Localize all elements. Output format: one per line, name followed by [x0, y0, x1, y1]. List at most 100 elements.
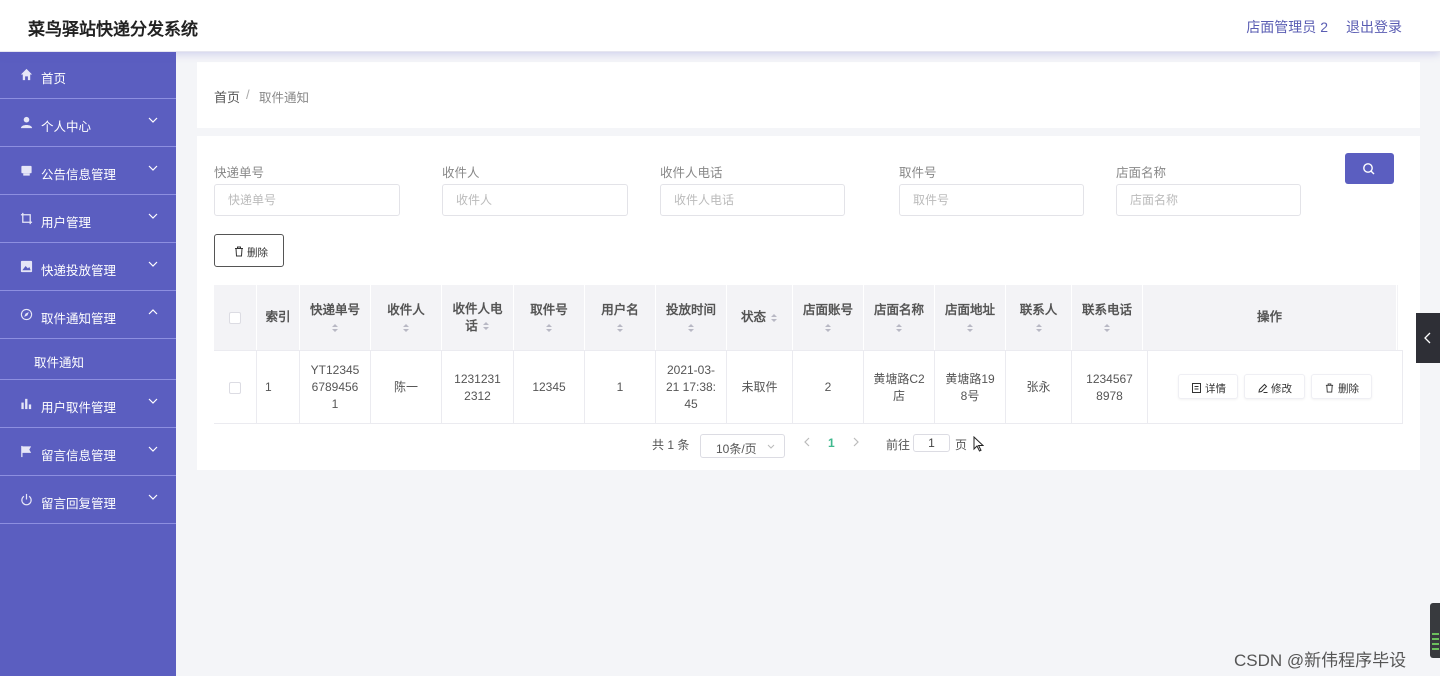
- col-pickup-no-label: 取件号: [530, 302, 568, 317]
- page-number-current[interactable]: 1: [828, 436, 835, 450]
- sort-icon[interactable]: [545, 322, 553, 334]
- sort-icon[interactable]: [966, 322, 974, 334]
- select-all-checkbox[interactable]: [229, 311, 241, 324]
- tracking-no-label: 快递单号: [214, 166, 265, 180]
- col-recipient-phone[interactable]: 收件人电话: [442, 285, 514, 350]
- cell-recipient-phone: 1231231 2312: [442, 351, 514, 424]
- cell-text: 45: [684, 397, 698, 411]
- recipient-phone-input[interactable]: [660, 184, 845, 216]
- recipient-input[interactable]: [442, 184, 628, 216]
- sidebar-item-label: 留言信息管理: [41, 449, 117, 463]
- sidebar-item-message-management[interactable]: 留言信息管理: [0, 428, 176, 476]
- side-panel-toggle[interactable]: [1416, 313, 1440, 363]
- sidebar-item-user-pickup-management[interactable]: 用户取件管理: [0, 380, 176, 428]
- edit-button[interactable]: 修改: [1244, 374, 1305, 399]
- next-page-button[interactable]: [852, 437, 860, 447]
- flag-icon: [21, 445, 32, 458]
- sort-icon[interactable]: [331, 322, 339, 334]
- page-size-value: 10条/页: [716, 442, 757, 456]
- col-drop-time[interactable]: 投放时间: [656, 285, 727, 350]
- col-contact-phone[interactable]: 联系电话: [1072, 285, 1143, 350]
- sidebar-item-notice-management[interactable]: 公告信息管理: [0, 147, 176, 195]
- chevron-down-icon: [767, 444, 775, 449]
- cell-text: 21 17:38:: [665, 380, 717, 394]
- recipient-label: 收件人: [442, 166, 480, 180]
- sidebar-item-personal-center[interactable]: 个人中心: [0, 99, 176, 147]
- sidebar-item-delivery-management[interactable]: 快递投放管理: [0, 243, 176, 291]
- sort-icon[interactable]: [770, 312, 778, 324]
- sidebar-item-user-management[interactable]: 用户管理: [0, 195, 176, 243]
- cell-text: 12345: [532, 380, 566, 394]
- sort-icon[interactable]: [482, 320, 490, 332]
- sidebar-subitem-pickup-notice[interactable]: 取件通知: [0, 339, 176, 380]
- sort-icon[interactable]: [895, 322, 903, 334]
- sidebar-subitem-label: 取件通知: [34, 356, 85, 370]
- compass-icon: [20, 308, 33, 321]
- sidebar-item-label: 用户取件管理: [41, 401, 117, 415]
- col-index: 索引: [257, 285, 300, 350]
- row-checkbox[interactable]: [229, 381, 241, 394]
- col-username[interactable]: 用户名: [585, 285, 656, 350]
- sidebar-item-pickup-notice-management[interactable]: 取件通知管理: [0, 291, 176, 339]
- col-recipient[interactable]: 收件人: [371, 285, 442, 350]
- col-contact-label: 联系人: [1019, 302, 1058, 317]
- sort-icon[interactable]: [1035, 322, 1043, 334]
- document-icon: [1192, 383, 1201, 393]
- col-recipient-phone-label: 收件人电: [452, 301, 503, 316]
- cell-store-name: 黄塘路C2 店: [864, 351, 935, 424]
- col-store-address[interactable]: 店面地址: [935, 285, 1006, 350]
- sidebar-item-label: 留言回复管理: [41, 497, 117, 511]
- pickup-notice-table: 索引 快递单号 收件人 收件人电话 取件号 用户名 投放时间 状态 店面账号 店…: [214, 285, 1403, 424]
- sidebar-item-label: 快递投放管理: [41, 264, 117, 278]
- sidebar-item-home[interactable]: 首页: [0, 52, 176, 99]
- edit-icon: [1258, 383, 1268, 393]
- col-store-name[interactable]: 店面名称: [864, 285, 935, 350]
- trash-icon: [235, 246, 243, 257]
- batch-delete-button[interactable]: 删除: [214, 234, 284, 267]
- cell-text: 1: [616, 380, 624, 394]
- chevron-down-icon: [148, 117, 158, 123]
- goto-page-input[interactable]: [913, 434, 950, 452]
- breadcrumb-home-link[interactable]: 首页: [214, 87, 240, 106]
- col-pickup-no[interactable]: 取件号: [514, 285, 585, 350]
- cell-text: 张永: [1026, 380, 1051, 394]
- delete-button[interactable]: 删除: [1311, 374, 1372, 399]
- chevron-down-icon: [148, 165, 158, 171]
- col-recipient-phone-label-2: 话: [465, 318, 478, 333]
- col-contact[interactable]: 联系人: [1006, 285, 1072, 350]
- cell-text: 店: [892, 388, 905, 403]
- chevron-down-icon: [148, 213, 158, 219]
- col-recipient-label: 收件人: [387, 302, 425, 317]
- cell-text: 1234567: [1086, 371, 1133, 386]
- sort-icon[interactable]: [687, 322, 695, 334]
- page-size-select[interactable]: 10条/页: [700, 434, 785, 458]
- tracking-no-input[interactable]: [214, 184, 400, 216]
- floating-widget[interactable]: [1430, 603, 1440, 658]
- page-suffix-label: 页: [955, 438, 968, 452]
- search-button[interactable]: [1345, 153, 1394, 184]
- cell-index: 1: [257, 351, 300, 424]
- notice-icon: [21, 165, 32, 176]
- col-status[interactable]: 状态: [727, 285, 793, 350]
- cell-actions: 详情 修改 删除: [1148, 351, 1403, 424]
- pickup-no-input[interactable]: [899, 184, 1084, 216]
- col-tracking-no[interactable]: 快递单号: [300, 285, 371, 350]
- prev-page-button[interactable]: [803, 437, 811, 447]
- cell-username: 1: [585, 351, 656, 424]
- cell-text: 1: [331, 397, 339, 411]
- store-name-input[interactable]: [1116, 184, 1301, 216]
- sort-icon[interactable]: [1103, 322, 1111, 334]
- sort-icon[interactable]: [616, 322, 624, 334]
- chevron-up-icon: [148, 309, 158, 315]
- col-store-account[interactable]: 店面账号: [793, 285, 864, 350]
- col-status-label: 状态: [740, 310, 766, 324]
- sort-icon[interactable]: [824, 322, 832, 334]
- sort-icon[interactable]: [402, 322, 410, 334]
- watermark: CSDN @新伟程序毕设: [1234, 651, 1407, 670]
- chevron-left-icon: [1424, 332, 1431, 344]
- logout-link[interactable]: 退出登录: [1346, 17, 1402, 37]
- chevron-down-icon: [148, 446, 158, 452]
- sidebar-item-label: 个人中心: [41, 120, 92, 134]
- sidebar-item-reply-management[interactable]: 留言回复管理: [0, 476, 176, 524]
- detail-button[interactable]: 详情: [1178, 374, 1238, 399]
